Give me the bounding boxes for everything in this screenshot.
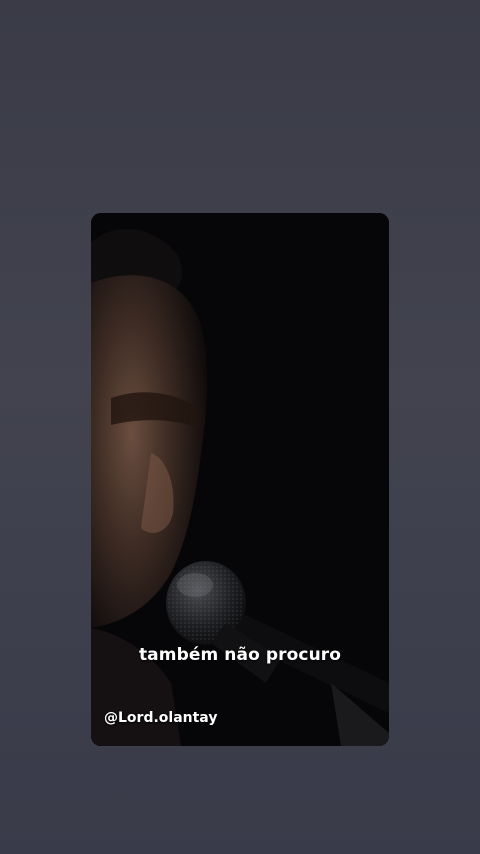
subtitle-caption: também não procuro [138, 645, 342, 665]
video-player[interactable]: também não procuro @Lord.olantay [91, 213, 389, 746]
creator-watermark: @Lord.olantay [104, 710, 218, 726]
video-frame [91, 213, 389, 746]
